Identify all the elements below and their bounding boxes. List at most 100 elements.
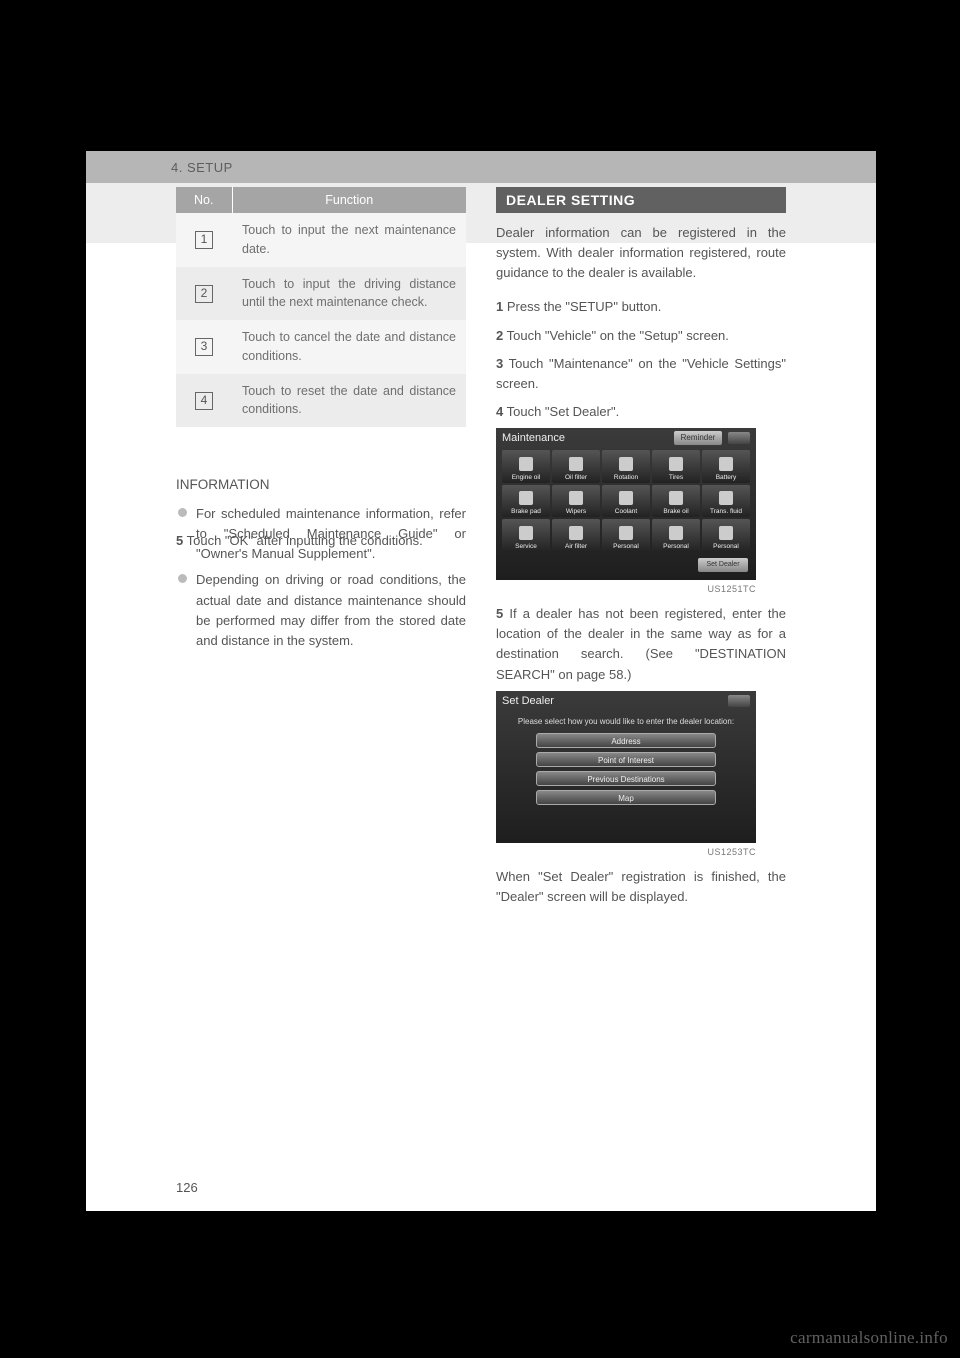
table-row: 4 Touch to reset the date and distance c… [176, 374, 466, 428]
grid-cell-personal-3[interactable]: Personal [702, 519, 750, 552]
table-row: 2 Touch to input the driving distance un… [176, 267, 466, 321]
cell-label: Wipers [566, 508, 586, 515]
maintenance-screen: Maintenance Reminder Engine oil Oil filt… [496, 428, 756, 580]
rotation-icon [619, 457, 633, 471]
information-box: INFORMATION For scheduled maintenance in… [176, 475, 466, 651]
cell-label: Oil filter [565, 474, 587, 481]
screen-code: US1251TC [496, 584, 756, 594]
row-number: 1 [195, 231, 213, 249]
screen-title: Set Dealer [502, 695, 554, 707]
grid-cell-rotation[interactable]: Rotation [602, 450, 650, 483]
row-text: Touch to input the driving distance unti… [232, 267, 466, 321]
after-set-paragraph: When "Set Dealer" registration is finish… [496, 867, 786, 907]
info-item: Depending on driving or road conditions,… [176, 570, 466, 651]
personal-icon [719, 526, 733, 540]
grid-cell-coolant[interactable]: Coolant [602, 485, 650, 518]
brake-pad-icon [519, 491, 533, 505]
chapter-title: 4. SETUP [171, 160, 233, 175]
row-text: Touch to input the next maintenance date… [232, 213, 466, 267]
grid-cell-wipers[interactable]: Wipers [552, 485, 600, 518]
chapter-header: 4. SETUP [86, 151, 876, 183]
step-3: 3 Touch "Maintenance" on the "Vehicle Se… [496, 354, 786, 394]
row-text: Touch to reset the date and distance con… [232, 374, 466, 428]
right-column: DEALER SETTING Dealer information can be… [496, 283, 786, 913]
step-2: 2 Touch "Vehicle" on the "Setup" screen. [496, 326, 786, 346]
cell-label: Coolant [615, 508, 637, 515]
reminder-button[interactable]: Reminder [674, 431, 722, 445]
step-number: 1 [496, 299, 503, 314]
option-previous-destinations[interactable]: Previous Destinations [536, 771, 716, 786]
cell-label: Brake oil [663, 508, 688, 515]
step-text: Touch "Maintenance" on the "Vehicle Sett… [496, 356, 786, 391]
battery-icon [719, 457, 733, 471]
grid-cell-oil-filter[interactable]: Oil filter [552, 450, 600, 483]
cell-label: Service [515, 543, 537, 550]
cell-label: Personal [663, 543, 689, 550]
service-icon [519, 526, 533, 540]
step-1: 1 Press the "SETUP" button. [496, 297, 786, 317]
cell-label: Engine oil [512, 474, 541, 481]
cell-label: Tires [669, 474, 683, 481]
info-item: For scheduled maintenance information, r… [176, 504, 466, 564]
grid-cell-service[interactable]: Service [502, 519, 550, 552]
cell-label: Battery [716, 474, 737, 481]
cell-label: Air filter [565, 543, 587, 550]
grid-cell-trans-fluid[interactable]: Trans. fluid [702, 485, 750, 518]
personal-icon [669, 526, 683, 540]
cell-label: Trans. fluid [710, 508, 742, 515]
grid-cell-brake-pad[interactable]: Brake pad [502, 485, 550, 518]
table-row: 1 Touch to input the next maintenance da… [176, 213, 466, 267]
brake-oil-icon [669, 491, 683, 505]
back-icon[interactable] [728, 695, 750, 707]
cell-label: Rotation [614, 474, 638, 481]
dealer-intro: Dealer information can be registered in … [496, 223, 786, 283]
cell-label: Personal [713, 543, 739, 550]
set-dealer-message: Please select how you would like to ente… [496, 717, 756, 726]
row-number: 2 [195, 285, 213, 303]
table-row: 3 Touch to cancel the date and distance … [176, 320, 466, 374]
step-number: 5 [496, 606, 503, 621]
grid-cell-personal-1[interactable]: Personal [602, 519, 650, 552]
watermark: carmanualsonline.info [790, 1328, 948, 1348]
grid-cell-engine-oil[interactable]: Engine oil [502, 450, 550, 483]
content-area: No. Function 1 Touch to input the next m… [86, 183, 876, 913]
cell-label: Personal [613, 543, 639, 550]
cell-label: Brake pad [511, 508, 541, 515]
back-icon[interactable] [728, 432, 750, 444]
screen-code: US1253TC [496, 847, 756, 857]
step-number: 4 [496, 404, 503, 419]
personal-icon [619, 526, 633, 540]
trans-fluid-icon [719, 491, 733, 505]
information-list: For scheduled maintenance information, r… [176, 504, 466, 651]
maintenance-grid: Engine oil Oil filter Rotation Tires Bat… [502, 450, 750, 552]
grid-cell-personal-2[interactable]: Personal [652, 519, 700, 552]
dealer-setting-heading: DEALER SETTING [496, 187, 786, 213]
step-5: 5 If a dealer has not been registered, e… [496, 604, 786, 685]
information-title: INFORMATION [176, 475, 466, 496]
step-number: 2 [496, 328, 503, 343]
left-column: No. Function 1 Touch to input the next m… [176, 283, 466, 913]
set-dealer-screen: Set Dealer Please select how you would l… [496, 691, 756, 843]
col-header-no: No. [176, 187, 232, 213]
grid-cell-battery[interactable]: Battery [702, 450, 750, 483]
step-4: 4 Touch "Set Dealer". [496, 402, 786, 422]
step-text: Touch "Vehicle" on the "Setup" screen. [507, 328, 729, 343]
grid-cell-tires[interactable]: Tires [652, 450, 700, 483]
step-text: Touch "Set Dealer". [507, 404, 620, 419]
option-point-of-interest[interactable]: Point of Interest [536, 752, 716, 767]
step-text: If a dealer has not been registered, ent… [496, 606, 786, 681]
option-address[interactable]: Address [536, 733, 716, 748]
step-number: 3 [496, 356, 503, 371]
col-header-function: Function [232, 187, 466, 213]
option-map[interactable]: Map [536, 790, 716, 805]
page-number: 126 [176, 1180, 198, 1195]
grid-cell-brake-oil[interactable]: Brake oil [652, 485, 700, 518]
grid-cell-air-filter[interactable]: Air filter [552, 519, 600, 552]
set-dealer-button[interactable]: Set Dealer [698, 558, 748, 572]
tires-icon [669, 457, 683, 471]
row-text: Touch to cancel the date and distance co… [232, 320, 466, 374]
screen-title: Maintenance [502, 432, 565, 444]
row-number: 3 [195, 338, 213, 356]
engine-oil-icon [519, 457, 533, 471]
option-list: Address Point of Interest Previous Desti… [536, 733, 716, 805]
